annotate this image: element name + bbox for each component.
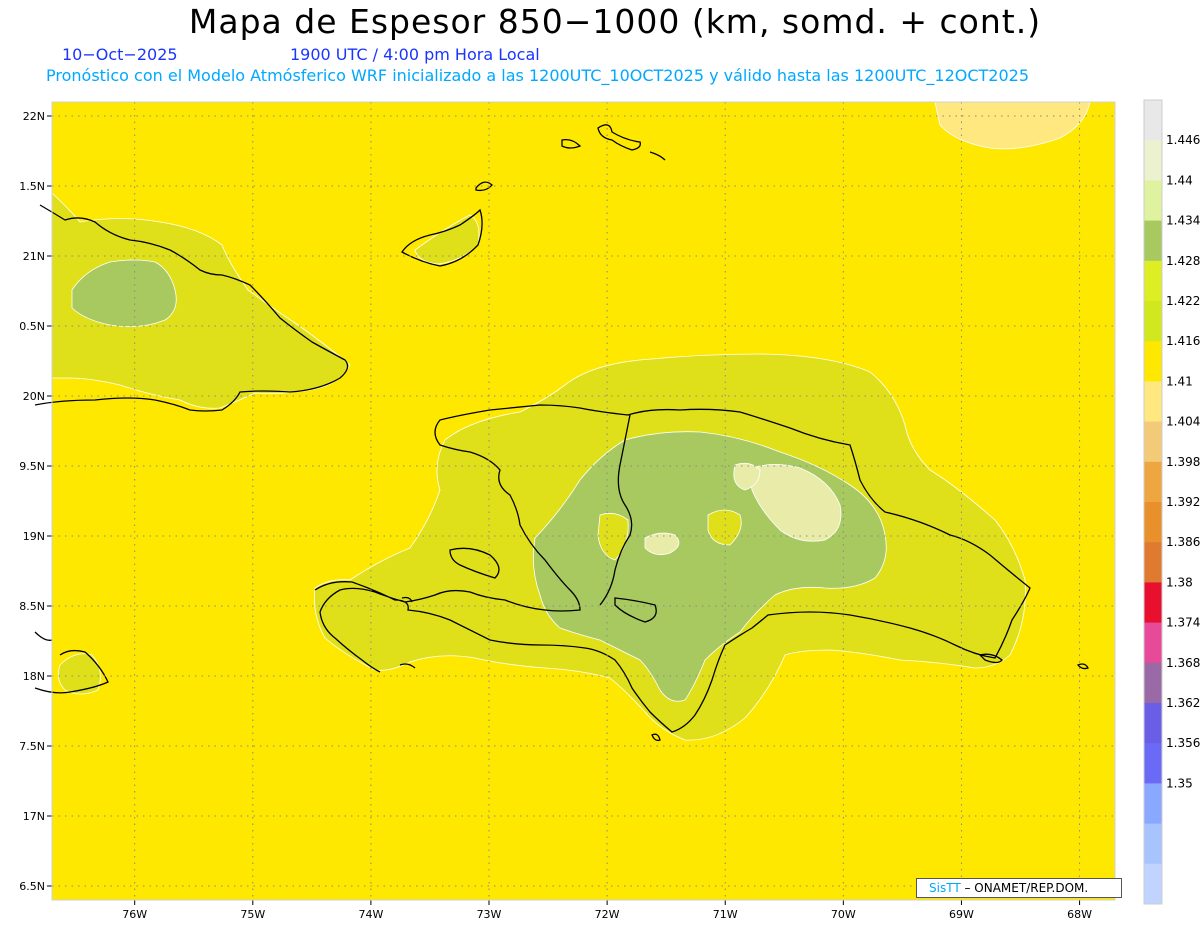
lon-tick-label: 75W: [240, 908, 265, 921]
lat-tick-label: 0.5N: [19, 320, 45, 333]
colorbar-swatch: [1144, 220, 1162, 262]
colorbar-swatch: [1144, 783, 1162, 825]
colorbar-swatch: [1144, 180, 1162, 222]
lon-tick-label: 68W: [1067, 908, 1092, 921]
lat-tick-label: 22N: [23, 110, 45, 123]
colorbar-label: 1.422: [1166, 294, 1200, 308]
lon-tick-label: 71W: [713, 908, 738, 921]
colorbar-swatch: [1144, 502, 1162, 543]
lon-tick-label: 73W: [477, 908, 502, 921]
lat-tick-label: 1.5N: [19, 180, 45, 193]
lat-tick-label: 19N: [23, 530, 45, 543]
lon-tick-label: 76W: [122, 908, 147, 921]
colorbar-swatch: [1144, 662, 1162, 704]
colorbar-swatch: [1144, 863, 1162, 905]
lon-tick-label: 74W: [358, 908, 383, 921]
colorbar-label: 1.404: [1166, 415, 1200, 429]
colorbar-label: 1.44: [1166, 173, 1193, 187]
colorbar-label: 1.38: [1166, 575, 1193, 589]
credit-org: – ONAMET/REP.DOM.: [964, 881, 1089, 895]
thickness-map: 76W 75W 74W 73W 72W 71W 70W 69W 68W 22N 1.5N 21N 0.…: [19, 99, 1200, 921]
longitude-labels: 76W 75W 74W 73W 72W 71W 70W 69W 68W: [122, 900, 1092, 921]
colorbar-label: 1.41: [1166, 374, 1193, 388]
lat-tick-label: 21N: [23, 250, 45, 263]
colorbar-label: 1.446: [1166, 133, 1200, 147]
colorbar-swatch: [1144, 622, 1162, 664]
colorbar-swatch: [1144, 823, 1162, 865]
lat-tick-label: 6.5N: [19, 880, 45, 893]
colorbar-label: 1.434: [1166, 214, 1200, 228]
credit-box: SisTT – ONAMET/REP.DOM.: [916, 878, 1122, 898]
lat-tick-label: 18N: [23, 670, 45, 683]
colorbar-label: 1.35: [1166, 776, 1193, 790]
colorbar-swatch: [1144, 703, 1162, 744]
lat-tick-label: 8.5N: [19, 600, 45, 613]
colorbar-swatch: [1144, 743, 1162, 784]
colorbar-swatch: [1144, 421, 1162, 463]
colorbar-swatch: [1144, 301, 1162, 342]
colorbar-swatch: [1144, 542, 1162, 583]
colorbar-label: 1.392: [1166, 495, 1200, 509]
lon-tick-label: 70W: [831, 908, 856, 921]
lat-tick-label: 7.5N: [19, 740, 45, 753]
colorbar-label: 1.416: [1166, 334, 1200, 348]
colorbar-swatch: [1144, 341, 1162, 382]
colorbar-label: 1.398: [1166, 455, 1200, 469]
colorbar-label: 1.362: [1166, 696, 1200, 710]
colorbar: 1.446 1.44 1.434 1.428 1.422 1.416 1.41 1.404 1.…: [1143, 99, 1200, 905]
colorbar-swatch: [1144, 461, 1162, 503]
latitude-labels: 22N 1.5N 21N 0.5N 20N 9.5N 19N 8.5N 18N 7.5N 17N 6.…: [19, 110, 52, 893]
colorbar-swatch: [1144, 582, 1162, 624]
colorbar-swatch: [1144, 140, 1162, 181]
lat-tick-label: 20N: [23, 390, 45, 403]
coast-jamaica-west: [34, 631, 53, 641]
colorbar-swatch: [1144, 260, 1162, 302]
colorbar-swatch: [1144, 381, 1162, 423]
lat-tick-label: 9.5N: [19, 460, 45, 473]
colorbar-label: 1.374: [1166, 616, 1200, 630]
lon-tick-label: 72W: [595, 908, 620, 921]
credit-brand: SisTT: [929, 881, 961, 895]
colorbar-swatch: [1144, 100, 1162, 141]
colorbar-label: 1.356: [1166, 736, 1200, 750]
lon-tick-label: 69W: [949, 908, 974, 921]
colorbar-label: 1.386: [1166, 535, 1200, 549]
lat-tick-label: 17N: [23, 810, 45, 823]
colorbar-label: 1.368: [1166, 656, 1200, 670]
colorbar-label: 1.428: [1166, 254, 1200, 268]
